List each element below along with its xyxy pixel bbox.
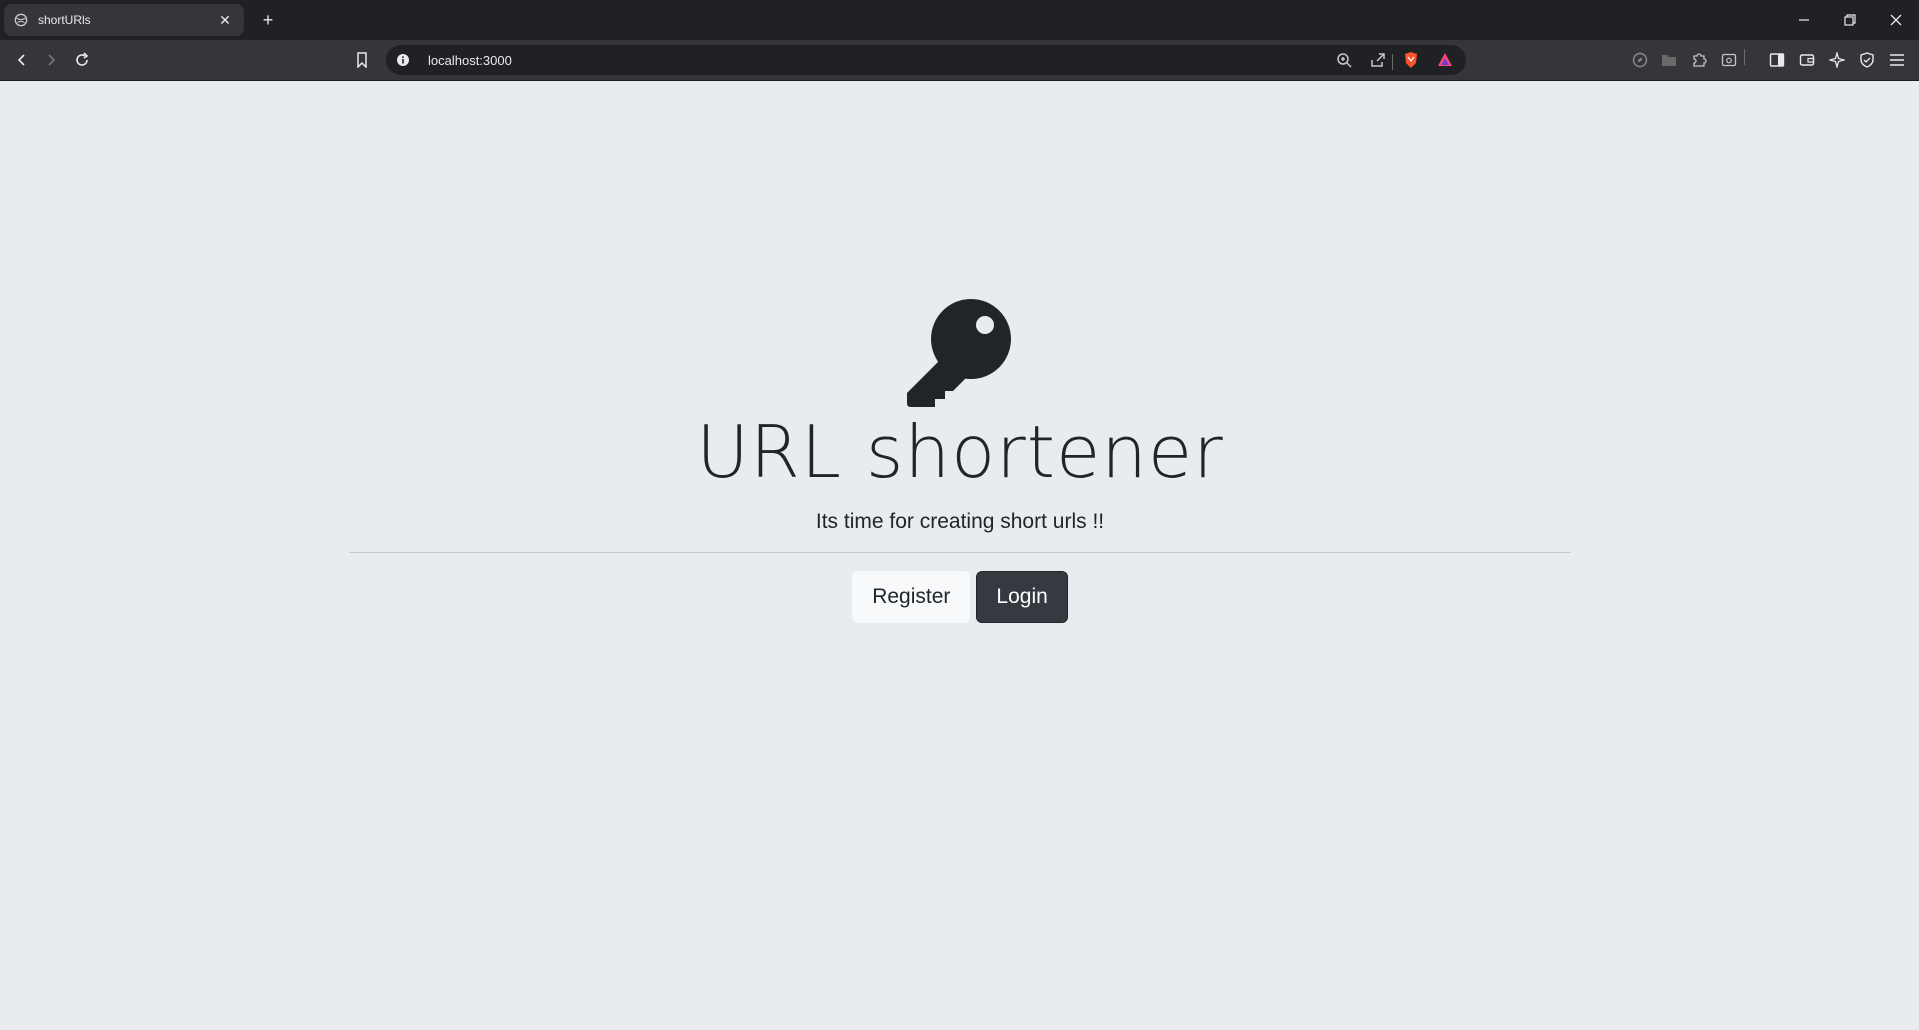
- browser-tab[interactable]: shortURls ✕: [4, 4, 244, 36]
- sidebar-button[interactable]: [1766, 49, 1788, 71]
- page-title: URL shortener: [696, 410, 1224, 494]
- url-text: localhost:3000: [428, 52, 512, 68]
- tab-close-icon[interactable]: ✕: [216, 11, 234, 29]
- zoom-icon[interactable]: [1334, 50, 1354, 70]
- key-icon: [907, 299, 1011, 407]
- sidebar-icon: [1769, 53, 1785, 67]
- minimize-icon: [1799, 19, 1809, 21]
- register-button[interactable]: Register: [852, 571, 971, 624]
- brave-shield-icon[interactable]: [1400, 50, 1422, 70]
- extension-1-button[interactable]: [1629, 49, 1651, 71]
- tab-search-button[interactable]: [1718, 49, 1740, 71]
- chevron-right-icon: [48, 54, 56, 66]
- minimize-button[interactable]: [1781, 0, 1827, 40]
- puzzle-icon: [1693, 53, 1707, 67]
- tab-title: shortURls: [38, 13, 91, 27]
- address-bar[interactable]: localhost:3000: [386, 45, 1466, 75]
- forward-button[interactable]: [40, 49, 62, 71]
- site-info-icon[interactable]: [394, 51, 412, 69]
- leo-ai-button[interactable]: [1826, 49, 1848, 71]
- wallet-button[interactable]: [1796, 49, 1818, 71]
- wallet-icon: [1799, 54, 1815, 66]
- hamburger-menu-icon: [1890, 54, 1904, 66]
- folder-icon: [1662, 55, 1676, 66]
- divider: [349, 552, 1571, 554]
- browser-tabstrip: shortURls ✕ +: [0, 0, 1919, 40]
- hero-jumbotron: URL shortener Its time for creating shor…: [349, 297, 1571, 624]
- extension-2-button[interactable]: [1658, 49, 1680, 71]
- restore-button[interactable]: [1827, 0, 1873, 40]
- vpn-button[interactable]: [1856, 49, 1878, 71]
- login-button[interactable]: Login: [976, 571, 1068, 624]
- browser-toolbar: localhost:3000: [0, 40, 1919, 81]
- reload-icon: [76, 52, 89, 66]
- page-content: URL shortener Its time for creating shor…: [0, 81, 1919, 1030]
- restore-icon: [1844, 14, 1856, 26]
- brave-rewards-icon[interactable]: [1434, 50, 1456, 70]
- new-tab-button[interactable]: +: [256, 8, 280, 32]
- tab-search-icon: [1721, 53, 1737, 67]
- action-buttons: Register Login: [349, 571, 1571, 624]
- sparkle-icon: [1829, 52, 1845, 68]
- back-button[interactable]: [11, 49, 33, 71]
- bookmark-button[interactable]: [351, 49, 373, 71]
- lead-text: Its time for creating short urls !!: [815, 510, 1105, 534]
- compass-icon: [1632, 52, 1648, 68]
- reload-button[interactable]: [71, 49, 93, 71]
- menu-button[interactable]: [1886, 49, 1908, 71]
- chevron-left-icon: [17, 54, 25, 66]
- globe-icon: [14, 13, 28, 27]
- close-icon: [1890, 14, 1902, 26]
- extensions-button[interactable]: [1688, 49, 1710, 71]
- share-icon[interactable]: [1368, 50, 1388, 70]
- shield-icon: [1860, 52, 1874, 68]
- bookmark-icon: [357, 52, 367, 68]
- close-window-button[interactable]: [1873, 0, 1919, 40]
